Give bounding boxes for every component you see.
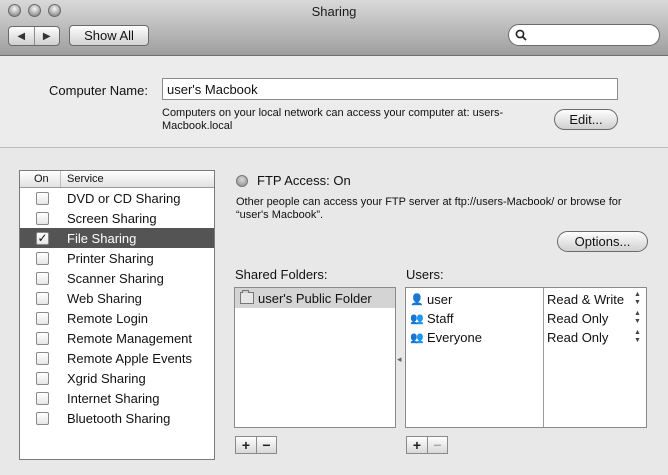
on-column-header[interactable]: On — [20, 171, 61, 187]
single-person-icon: 👤 — [410, 294, 424, 306]
back-forward-control: ◀ ▶ — [8, 26, 60, 46]
users-label: Users: — [406, 267, 444, 282]
service-checkbox[interactable] — [36, 191, 49, 205]
service-row[interactable]: Remote Management — [20, 328, 214, 348]
service-label: DVD or CD Sharing — [67, 190, 181, 206]
service-checkbox[interactable] — [36, 311, 49, 325]
service-row[interactable]: Web Sharing — [20, 288, 214, 308]
computer-address-note: Computers on your local network can acce… — [162, 107, 504, 132]
users-add-remove: + − — [406, 436, 448, 454]
service-checkbox[interactable] — [36, 251, 49, 265]
service-row[interactable]: ✓ File Sharing — [20, 228, 214, 248]
service-row[interactable]: Remote Login — [20, 308, 214, 328]
service-status: FTP Access: On — [257, 173, 351, 188]
folder-icon — [240, 290, 254, 304]
service-label: Scanner Sharing — [67, 270, 164, 286]
computer-name-label: Computer Name: — [49, 83, 148, 98]
users-list: 👤 user Read & Write ▲ ▼ 👥 Staff Read Only ▲… — [405, 287, 647, 428]
window-title: Sharing — [311, 4, 357, 19]
service-checkbox[interactable]: ✓ — [36, 231, 49, 245]
computer-name-section: Computer Name: user's Macbook Computers … — [0, 56, 668, 148]
service-label: Screen Sharing — [67, 210, 157, 226]
service-row[interactable]: Scanner Sharing — [20, 268, 214, 288]
service-label: Xgrid Sharing — [67, 370, 146, 386]
permission-value: Read & Write — [547, 292, 625, 307]
user-row[interactable]: 👤 user Read & Write ▲ ▼ — [406, 290, 646, 309]
user-name: user — [427, 292, 453, 307]
service-label: Internet Sharing — [67, 390, 160, 406]
permission-value: Read Only — [547, 330, 609, 345]
add-folder-button[interactable]: + — [236, 437, 256, 453]
edit-button[interactable]: Edit... — [554, 109, 618, 130]
forward-button[interactable]: ▶ — [33, 27, 60, 45]
service-list: On Service DVD or CD Sharing Screen Shari… — [19, 170, 215, 460]
service-description: Other people can access your FTP server … — [236, 196, 622, 221]
permission-stepper-icon[interactable]: ▲ ▼ — [634, 291, 641, 307]
user-name: Everyone — [427, 330, 482, 345]
options-button[interactable]: Options... — [557, 231, 648, 252]
service-label: Web Sharing — [67, 290, 142, 306]
user-row[interactable]: 👥 Everyone Read Only ▲ ▼ — [406, 328, 646, 347]
folders-add-remove: + − — [235, 436, 277, 454]
service-row[interactable]: Printer Sharing — [20, 248, 214, 268]
service-label: File Sharing — [67, 230, 137, 246]
service-list-header: On Service — [20, 171, 214, 188]
service-checkbox[interactable] — [36, 411, 49, 425]
service-checkbox[interactable] — [36, 331, 49, 345]
service-checkbox[interactable] — [36, 351, 49, 365]
magnifier-icon — [515, 29, 527, 41]
add-user-button[interactable]: + — [407, 437, 427, 453]
user-row[interactable]: 👥 Staff Read Only ▲ ▼ — [406, 309, 646, 328]
service-label: Remote Apple Events — [67, 350, 193, 366]
folder-row[interactable]: user's Public Folder — [235, 288, 395, 308]
shared-folders-list: user's Public Folder — [234, 287, 396, 428]
service-column-header[interactable]: Service — [61, 171, 104, 187]
service-label: Bluetooth Sharing — [67, 410, 171, 426]
sharing-window: Sharing ◀ ▶ Show All Computer Name: user… — [0, 0, 668, 475]
service-label: Remote Login — [67, 310, 148, 326]
service-row[interactable]: Screen Sharing — [20, 208, 214, 228]
service-checkbox[interactable] — [36, 291, 49, 305]
back-button[interactable]: ◀ — [9, 27, 34, 45]
service-label: Remote Management — [67, 330, 193, 346]
service-row[interactable]: DVD or CD Sharing — [20, 188, 214, 208]
permission-value: Read Only — [547, 311, 609, 326]
computer-name-field[interactable]: user's Macbook — [162, 78, 618, 100]
status-indicator-icon — [236, 175, 248, 187]
service-checkbox[interactable] — [36, 271, 49, 285]
service-checkbox[interactable] — [36, 391, 49, 405]
service-checkbox[interactable] — [36, 371, 49, 385]
remove-folder-button[interactable]: − — [256, 437, 276, 453]
service-checkbox[interactable] — [36, 211, 49, 225]
shared-folders-label: Shared Folders: — [235, 267, 328, 282]
group-icon: 👥 — [410, 313, 424, 325]
user-name: Staff — [427, 311, 454, 326]
remove-user-button[interactable]: − — [427, 437, 447, 453]
service-row[interactable]: Remote Apple Events — [20, 348, 214, 368]
folder-name: user's Public Folder — [258, 290, 372, 306]
show-all-button[interactable]: Show All — [69, 25, 149, 46]
search-input[interactable] — [531, 27, 651, 43]
service-row[interactable]: Xgrid Sharing — [20, 368, 214, 388]
service-row[interactable]: Internet Sharing — [20, 388, 214, 408]
service-row[interactable]: Bluetooth Sharing — [20, 408, 214, 428]
permission-stepper-icon[interactable]: ▲ ▼ — [634, 310, 641, 326]
splitter-handle-icon[interactable]: ◂ — [397, 354, 402, 365]
service-label: Printer Sharing — [67, 250, 154, 266]
group-icon: 👥 — [410, 332, 424, 344]
toolbar: Sharing ◀ ▶ Show All — [0, 0, 668, 56]
permission-stepper-icon[interactable]: ▲ ▼ — [634, 329, 641, 345]
search-field[interactable] — [508, 24, 660, 46]
